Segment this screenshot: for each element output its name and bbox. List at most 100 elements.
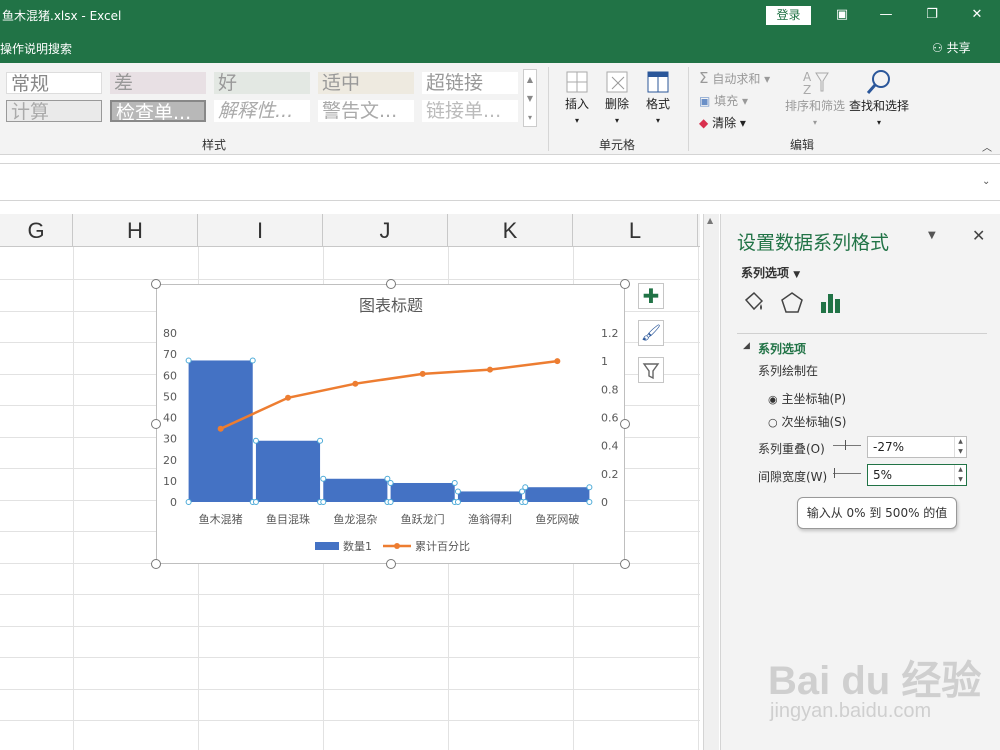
- y2-tick-label[interactable]: 1.2: [601, 327, 619, 340]
- x-tick-label[interactable]: 鱼死网破: [535, 512, 579, 526]
- bar-selection-handle[interactable]: [451, 479, 458, 486]
- bar-3[interactable]: [323, 478, 388, 502]
- y-tick-label[interactable]: 0: [170, 496, 177, 509]
- x-tick-label[interactable]: 鱼龙混杂: [333, 512, 377, 526]
- chart-title[interactable]: 图表标题: [359, 296, 423, 315]
- y-tick-label[interactable]: 30: [163, 433, 177, 446]
- column-header-i[interactable]: I: [198, 214, 323, 247]
- series-options-icon[interactable]: [818, 290, 844, 316]
- y-tick-label[interactable]: 10: [163, 475, 177, 488]
- pane-options-dropdown-icon[interactable]: ▼: [928, 230, 936, 241]
- overlap-slider[interactable]: [833, 445, 861, 446]
- style-check-cell[interactable]: 检查单...: [110, 100, 206, 122]
- restore-icon[interactable]: ❐: [922, 5, 942, 25]
- chart-resize-handle[interactable]: [620, 419, 630, 429]
- collapse-ribbon-icon[interactable]: ︿: [982, 139, 992, 154]
- y2-tick-label[interactable]: 0.2: [601, 468, 619, 481]
- chart-resize-handle[interactable]: [151, 419, 161, 429]
- y-tick-label[interactable]: 50: [163, 390, 177, 403]
- bar-selection-handle[interactable]: [185, 499, 192, 505]
- y2-tick-label[interactable]: 0.8: [601, 383, 619, 396]
- y-tick-label[interactable]: 60: [163, 369, 177, 382]
- y-tick-label[interactable]: 70: [163, 348, 177, 361]
- style-linked-cell[interactable]: 链接单...: [422, 100, 518, 122]
- scroll-up-icon[interactable]: ▲: [707, 216, 713, 225]
- style-hyperlink[interactable]: 超链接: [422, 72, 518, 94]
- cumulative-point-6[interactable]: [554, 358, 561, 365]
- style-normal[interactable]: 常规: [6, 72, 102, 94]
- overlap-slider-thumb[interactable]: [845, 440, 846, 450]
- chart-resize-handle[interactable]: [620, 279, 630, 289]
- section-title[interactable]: 系列选项: [758, 340, 806, 357]
- bar-selection-handle[interactable]: [522, 499, 529, 505]
- bar-selection-handle[interactable]: [454, 488, 461, 495]
- bar-selection-handle[interactable]: [249, 357, 256, 364]
- bar-selection-handle[interactable]: [586, 499, 593, 505]
- gap-width-slider[interactable]: [833, 473, 861, 474]
- chart-elements-button[interactable]: ✚: [638, 283, 664, 309]
- bar-selection-handle[interactable]: [185, 357, 192, 364]
- series-options-dropdown[interactable]: 系列选项 ▼: [741, 264, 800, 281]
- cumulative-point-3[interactable]: [352, 380, 359, 387]
- fill-button[interactable]: ▣ 填充 ▾: [699, 92, 748, 109]
- gap-width-value[interactable]: 5%: [873, 468, 892, 482]
- secondary-axis-radio[interactable]: ○ 次坐标轴(S): [768, 413, 846, 430]
- y2-tick-label[interactable]: 0.6: [601, 412, 619, 425]
- chart-styles-button[interactable]: 🖌: [638, 320, 664, 346]
- column-header-k[interactable]: K: [448, 214, 573, 247]
- style-warning[interactable]: 警告文...: [318, 100, 414, 122]
- y2-tick-label[interactable]: 0.4: [601, 440, 619, 453]
- bar-selection-handle[interactable]: [454, 499, 461, 505]
- login-button[interactable]: 登录: [766, 6, 811, 25]
- formula-bar[interactable]: ⌄: [0, 163, 1000, 201]
- legend-line-label[interactable]: 累计百分比: [415, 540, 470, 553]
- x-tick-label[interactable]: 鱼木混猪: [199, 512, 243, 526]
- fill-line-icon[interactable]: [741, 290, 767, 316]
- spin-arrows-icon[interactable]: ▲ ▼: [954, 437, 966, 457]
- y-tick-label[interactable]: 80: [163, 327, 177, 340]
- column-header-g[interactable]: G: [0, 214, 73, 247]
- close-window-icon[interactable]: ✕: [967, 5, 987, 25]
- insert-button[interactable]: 插入 ▾: [560, 69, 594, 126]
- legend-bar-label[interactable]: 数量1: [343, 540, 372, 553]
- cumulative-point-1[interactable]: [217, 425, 224, 432]
- expand-formula-icon[interactable]: ⌄: [982, 176, 990, 187]
- format-button[interactable]: 格式 ▾: [641, 69, 675, 126]
- y-tick-label[interactable]: 40: [163, 412, 177, 425]
- legend-bar-swatch[interactable]: [315, 542, 339, 550]
- bar-selection-handle[interactable]: [320, 499, 327, 505]
- sort-filter-button[interactable]: AZ 排序和筛选 ▾: [784, 67, 846, 128]
- gap-width-spinner[interactable]: 5% ▲ ▼: [867, 464, 967, 486]
- y2-tick-label[interactable]: 0: [601, 496, 608, 509]
- bar-2[interactable]: [255, 440, 321, 502]
- bar-selection-handle[interactable]: [320, 475, 327, 482]
- chart-resize-handle[interactable]: [385, 559, 396, 569]
- delete-button[interactable]: 删除 ▾: [600, 69, 634, 126]
- chart-filters-button[interactable]: [638, 357, 664, 383]
- style-calculation[interactable]: 计算: [6, 100, 102, 122]
- cumulative-point-5[interactable]: [487, 366, 493, 373]
- overlap-value[interactable]: -27%: [873, 440, 904, 454]
- x-tick-label[interactable]: 渔翁得利: [468, 512, 512, 526]
- chart-resize-handle[interactable]: [385, 279, 396, 289]
- chart-resize-handle[interactable]: [620, 559, 630, 569]
- x-tick-label[interactable]: 鱼目混珠: [266, 512, 310, 526]
- share-button[interactable]: ⚇ 共享: [932, 39, 971, 56]
- gallery-scroll[interactable]: ▲ ▼ ▾: [523, 69, 537, 127]
- bar-4[interactable]: [390, 482, 455, 502]
- column-header-l[interactable]: L: [573, 214, 698, 247]
- tell-me-search[interactable]: 操作说明搜索: [0, 40, 72, 57]
- style-bad[interactable]: 差: [110, 72, 206, 94]
- column-header-h[interactable]: H: [73, 214, 198, 247]
- primary-axis-radio[interactable]: ◉ 主坐标轴(P): [768, 390, 846, 407]
- bar-selection-handle[interactable]: [317, 437, 324, 444]
- chart-resize-handle[interactable]: [151, 279, 161, 289]
- effects-icon[interactable]: [779, 290, 805, 316]
- vertical-scrollbar[interactable]: ▲: [703, 214, 719, 750]
- bar-6[interactable]: [525, 487, 590, 502]
- collapse-section-icon[interactable]: ◢: [743, 341, 750, 351]
- style-neutral[interactable]: 适中: [318, 72, 414, 94]
- overlap-spinner[interactable]: -27% ▲ ▼: [867, 436, 967, 458]
- style-good[interactable]: 好: [214, 72, 310, 94]
- legend-line-marker[interactable]: [394, 543, 400, 549]
